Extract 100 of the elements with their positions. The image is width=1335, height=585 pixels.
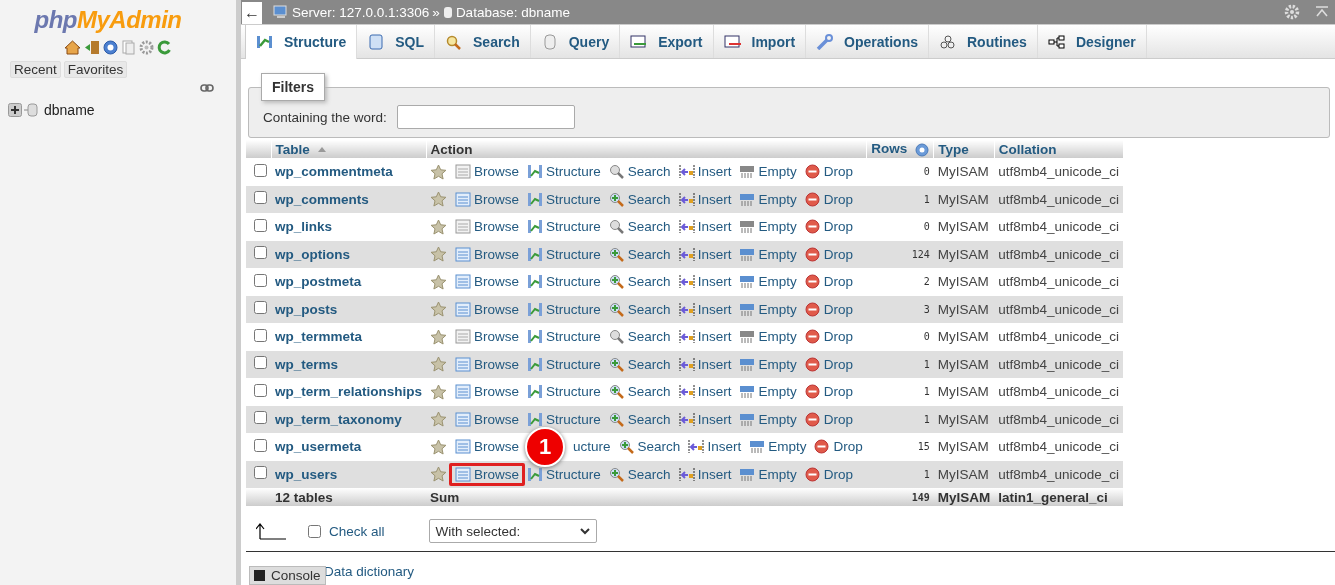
tab[interactable]: Designer (1037, 25, 1147, 58)
exit-icon[interactable] (84, 40, 100, 55)
star-icon[interactable] (430, 411, 448, 428)
check-all-label[interactable]: Check all (329, 523, 385, 539)
star-icon[interactable] (430, 163, 448, 180)
column-header[interactable]: Rows (866, 140, 934, 158)
row-checkbox[interactable] (254, 328, 267, 342)
table-name-link[interactable]: wp_termmeta (271, 323, 427, 351)
star-icon[interactable] (430, 218, 448, 235)
row-count: 0 (866, 323, 934, 351)
row-checkbox[interactable] (254, 273, 267, 287)
table-name-link[interactable]: wp_terms (271, 350, 427, 378)
column-header[interactable]: Collation (994, 140, 1124, 158)
search-icon (608, 384, 625, 400)
search-icon (608, 191, 625, 207)
link-icon[interactable] (200, 84, 214, 92)
tab[interactable]: Query (530, 25, 621, 58)
tab[interactable]: Import (713, 25, 807, 58)
table-name-link[interactable]: wp_term_relationships (271, 378, 427, 406)
star-icon[interactable] (430, 356, 448, 373)
tab[interactable]: Routines (929, 25, 1038, 58)
column-header[interactable]: Table (271, 140, 427, 158)
star-icon[interactable] (430, 383, 448, 400)
import-icon (723, 33, 742, 50)
insert-icon (678, 329, 695, 345)
star-icon[interactable] (430, 466, 448, 483)
row-checkbox[interactable] (254, 246, 267, 260)
table-name-link[interactable]: wp_users (271, 460, 427, 488)
sidebar-tab[interactable]: Recent (10, 61, 61, 78)
table-name-link[interactable]: wp_postmeta (271, 268, 427, 296)
filters-legend: Filters (261, 73, 325, 101)
row-checkbox[interactable] (254, 218, 267, 232)
tab[interactable]: Structure (245, 25, 358, 59)
star-icon[interactable] (430, 301, 448, 318)
search-icon (608, 301, 625, 317)
table-name-link[interactable]: wp_term_taxonomy (271, 405, 427, 433)
column-header: Action (426, 140, 867, 158)
shredder-icon (739, 191, 756, 207)
structure-icon (527, 301, 544, 317)
minus-circle-icon (804, 411, 821, 427)
tree-item[interactable]: dbname (44, 102, 95, 118)
insert-icon (678, 384, 695, 400)
row-checkbox[interactable] (254, 191, 267, 205)
row-checkbox[interactable] (254, 466, 267, 480)
help-icon[interactable] (915, 142, 930, 157)
tab[interactable]: SQL (357, 25, 435, 58)
home-icon[interactable] (64, 40, 81, 55)
row-checkbox[interactable] (254, 411, 267, 425)
back-button[interactable]: ← (242, 1, 262, 24)
row-count: 0 (866, 213, 934, 241)
table-name-link[interactable]: wp_comments (271, 185, 427, 213)
server-link[interactable]: Server: 127.0.0.1:3306 (292, 4, 430, 20)
sort-icon (317, 147, 326, 153)
database-link[interactable]: Database: dbname (455, 4, 570, 20)
insert-icon (678, 164, 695, 180)
tab[interactable]: Search (435, 25, 531, 58)
sidebar-tab[interactable]: Favorites (63, 61, 128, 78)
with-selected-dropdown[interactable]: With selected: (428, 519, 597, 543)
reload-icon[interactable] (157, 40, 172, 55)
collapse-icon[interactable] (1315, 5, 1329, 19)
table-name-link[interactable]: wp_usermeta (271, 433, 427, 461)
structure-icon (527, 411, 544, 427)
row-count: 15 (866, 433, 934, 461)
column-header[interactable]: Type (933, 140, 995, 158)
tab[interactable]: Operations (806, 25, 929, 58)
settings-icon[interactable] (139, 40, 154, 55)
table-name-link[interactable]: wp_posts (271, 295, 427, 323)
minus-circle-icon (804, 219, 821, 235)
structure-icon (527, 164, 544, 180)
row-count: 1 (866, 185, 934, 213)
row-checkbox[interactable] (254, 438, 267, 452)
star-icon[interactable] (430, 328, 448, 345)
structure-icon (527, 356, 544, 372)
check-all-checkbox[interactable] (308, 524, 321, 538)
search-icon (608, 329, 625, 345)
engine-type: MyISAM (933, 268, 995, 296)
action-link[interactable]: Browse (449, 435, 526, 459)
table-name-link[interactable]: wp_commentmeta (271, 158, 427, 186)
engine-type: MyISAM (933, 460, 995, 488)
star-icon[interactable] (430, 438, 448, 455)
row-checkbox[interactable] (254, 301, 267, 315)
console-tab[interactable]: Console (249, 566, 326, 585)
row-count: 2 (866, 268, 934, 296)
help-icon[interactable] (103, 40, 118, 55)
search-icon (608, 164, 625, 180)
row-checkbox[interactable] (254, 163, 267, 177)
expand-icon[interactable] (8, 103, 22, 117)
action-link[interactable]: Browse (449, 462, 526, 486)
engine-type: MyISAM (933, 378, 995, 406)
table-name-link[interactable]: wp_options (271, 240, 427, 268)
star-icon[interactable] (430, 191, 448, 208)
filter-field[interactable] (396, 105, 575, 129)
collation: utf8mb4_unicode_ci (994, 240, 1124, 268)
star-icon[interactable] (430, 246, 448, 263)
collation: utf8mb4_unicode_ci (994, 213, 1124, 241)
row-checkbox[interactable] (254, 356, 267, 370)
table-name-link[interactable]: wp_links (271, 213, 427, 241)
row-checkbox[interactable] (254, 383, 267, 397)
star-icon[interactable] (430, 273, 448, 290)
tab[interactable]: Export (620, 25, 714, 58)
